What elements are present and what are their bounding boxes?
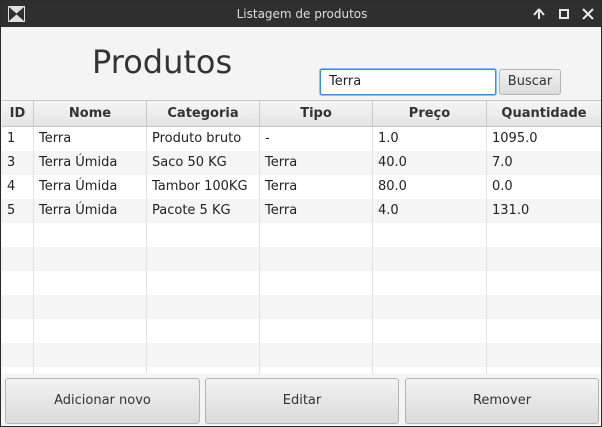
empty-row: [2, 271, 601, 295]
cell-tipo: Terra: [260, 151, 373, 175]
table-row[interactable]: 3 Terra Úmida Saco 50 KG Terra 40.0 7.0: [2, 151, 601, 175]
title-bar[interactable]: Listagem de produtos: [1, 1, 602, 27]
cell-preco: 80.0: [373, 175, 487, 199]
empty-row: [2, 247, 601, 271]
empty-row: [2, 367, 601, 374]
empty-row: [2, 223, 601, 247]
add-new-button[interactable]: Adicionar novo: [5, 378, 200, 424]
cell-categoria: Tambor 100KG: [147, 175, 260, 199]
table-row[interactable]: 5 Terra Úmida Pacote 5 KG Terra 4.0 131.…: [2, 199, 601, 223]
search-input[interactable]: Terra: [320, 69, 496, 95]
cell-preco: 4.0: [373, 199, 487, 223]
edit-button[interactable]: Editar: [205, 378, 399, 424]
cell-tipo: Terra: [260, 199, 373, 223]
cell-nome: Terra Úmida: [34, 151, 147, 175]
products-table[interactable]: ID Nome Categoria Tipo Preço Quantidade …: [2, 100, 601, 374]
cell-tipo: Terra: [260, 175, 373, 199]
cell-nome: Terra Úmida: [34, 175, 147, 199]
cell-id: 4: [2, 175, 34, 199]
window-title: Listagem de produtos: [236, 7, 368, 21]
cell-id: 3: [2, 151, 34, 175]
cell-quantidade: 7.0: [492, 155, 513, 170]
cell-id: 5: [2, 199, 34, 223]
empty-row: [2, 319, 601, 343]
app-window: Listagem de produtos Produtos Terra Busc…: [0, 0, 602, 427]
close-icon[interactable]: [580, 6, 596, 22]
column-header-nome[interactable]: Nome: [34, 101, 147, 127]
cell-categoria: Produto bruto: [147, 127, 260, 151]
cell-categoria: Saco 50 KG: [147, 151, 260, 175]
column-header-quantidade[interactable]: Quantidade: [487, 101, 601, 127]
cell-tipo: -: [260, 127, 373, 151]
search-button[interactable]: Buscar: [499, 69, 561, 95]
cell-nome: Terra: [34, 127, 147, 151]
cell-quantidade: 1095.0: [492, 131, 538, 146]
cell-categoria: Pacote 5 KG: [147, 199, 260, 223]
column-header-preco[interactable]: Preço: [373, 101, 487, 127]
column-header-id[interactable]: ID: [2, 101, 34, 127]
cell-quantidade: 131.0: [492, 203, 530, 218]
cell-preco: 40.0: [373, 151, 487, 175]
column-header-categoria[interactable]: Categoria: [147, 101, 260, 127]
remove-button[interactable]: Remover: [405, 378, 599, 424]
cell-preco: 1.0: [373, 127, 487, 151]
table-row[interactable]: 1 Terra Produto bruto - 1.0 1095.0: [2, 127, 601, 151]
table-header: ID Nome Categoria Tipo Preço Quantidade: [2, 101, 601, 127]
arrow-up-icon[interactable]: [531, 6, 547, 22]
square-icon[interactable]: [556, 6, 572, 22]
cell-quantidade: 0.0: [492, 179, 513, 194]
table-row[interactable]: 4 Terra Úmida Tambor 100KG Terra 80.0 0.…: [2, 175, 601, 199]
empty-row: [2, 295, 601, 319]
column-header-tipo[interactable]: Tipo: [260, 101, 373, 127]
cell-nome: Terra Úmida: [34, 199, 147, 223]
cell-id: 1: [2, 127, 34, 151]
page-title: Produtos: [92, 43, 233, 81]
empty-row: [2, 343, 601, 367]
